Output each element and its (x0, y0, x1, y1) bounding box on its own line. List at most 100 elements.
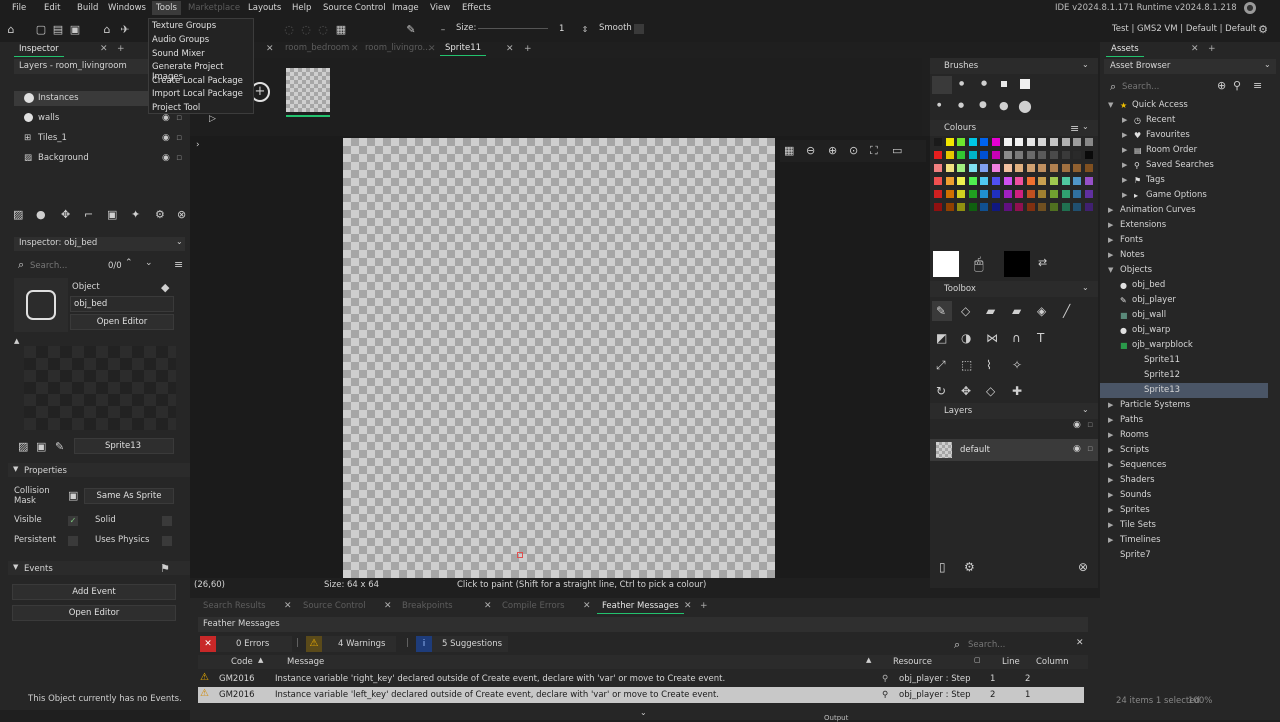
minus-icon[interactable]: – (436, 23, 450, 37)
circle-icon[interactable]: ● (36, 208, 46, 221)
close-tab-icon[interactable]: ✕ (1191, 44, 1199, 54)
palette-swatch[interactable] (1003, 138, 1012, 146)
palette-swatch[interactable] (934, 151, 942, 159)
menu-icon[interactable]: ≡ (1070, 122, 1079, 135)
collapse-arrow-icon[interactable]: ▶ (1122, 158, 1127, 173)
palette-swatch[interactable] (968, 151, 977, 159)
menu-windows[interactable]: Windows (108, 3, 146, 13)
tree-folder[interactable]: ▶ Extensions (1100, 218, 1268, 233)
tree-folder[interactable]: ▶ Scripts (1100, 443, 1268, 458)
palette-swatch[interactable] (1061, 190, 1070, 198)
tree-folder[interactable]: ▶ Tile Sets (1100, 518, 1268, 533)
tree-sprite[interactable]: Sprite11 (1100, 353, 1268, 368)
background-lock-icon[interactable]: ▫ (176, 151, 182, 165)
col-code[interactable]: Code (231, 657, 253, 667)
path-icon[interactable]: ⌐ (84, 208, 93, 221)
brush-round-1[interactable]: ● (937, 102, 941, 108)
menu-build[interactable]: Build (77, 3, 98, 13)
palette-swatch[interactable] (968, 164, 977, 172)
clear-search-icon[interactable]: ✕ (1076, 638, 1084, 648)
fill-tool-icon[interactable]: ▰ (986, 304, 995, 318)
chevron-down-icon[interactable]: ⌄ (1082, 60, 1089, 69)
all-layers-lock-icon[interactable]: ▫ (1087, 420, 1093, 430)
collapse-arrow-icon[interactable]: ▶ (1108, 218, 1113, 233)
tree-folder[interactable]: ▶ Sprites (1100, 503, 1268, 518)
fullscreen-icon[interactable]: ⛶ (870, 144, 878, 158)
brush-round-3[interactable]: ● (979, 100, 987, 110)
palette-swatch[interactable] (1084, 190, 1093, 198)
add-event-button[interactable]: Add Event (12, 584, 176, 600)
tree-object[interactable]: ✎ obj_player (1100, 293, 1268, 308)
palette-swatch[interactable] (1003, 164, 1012, 172)
palette-swatch[interactable] (1038, 151, 1047, 159)
palette-swatch[interactable] (1084, 177, 1093, 185)
tree-quick-item[interactable]: ▶ ♥ Favourites (1100, 128, 1268, 143)
collision-mask-selector[interactable]: Same As Sprite (84, 488, 174, 504)
chevron-down-icon[interactable]: ⌄ (1082, 405, 1089, 414)
tree-folder[interactable]: ▶ Particle Systems (1100, 398, 1268, 413)
tree-folder[interactable]: ▶ Paths (1100, 413, 1268, 428)
move-tool-icon[interactable]: ✥ (961, 384, 971, 398)
output-search-input[interactable]: Search... (968, 640, 1005, 650)
close-tab-icon[interactable]: ✕ (351, 44, 359, 54)
palette-swatch[interactable] (1073, 177, 1082, 185)
palette-swatch[interactable] (1026, 138, 1035, 146)
palette-swatch[interactable] (968, 138, 977, 146)
tab-feather-messages[interactable]: Feather Messages (597, 600, 684, 614)
menu-file[interactable]: File (12, 3, 26, 13)
tree-folder[interactable]: ▶ Notes (1100, 248, 1268, 263)
brush-size-square-small[interactable] (1001, 81, 1007, 87)
brush-round-2[interactable]: ● (958, 101, 964, 109)
col-resource[interactable]: Resource (893, 657, 932, 667)
palette-swatch[interactable] (1038, 164, 1047, 172)
polygon-tool-icon[interactable]: ⋈ (986, 331, 998, 345)
palette-swatch[interactable] (945, 190, 954, 198)
open-editor-button[interactable]: Open Editor (70, 314, 174, 330)
row-resource[interactable]: obj_player : Step (899, 690, 971, 700)
edit-mask-icon[interactable]: ▣ (68, 489, 78, 502)
tree-folder[interactable]: ▶ Timelines (1100, 533, 1268, 548)
sort-arrow-icon[interactable]: ▲ (258, 656, 263, 664)
palette-swatch[interactable] (1061, 164, 1070, 172)
palette-swatch[interactable] (1038, 203, 1047, 211)
palette-swatch[interactable] (1084, 203, 1093, 211)
palette-swatch[interactable] (957, 164, 966, 172)
palette-swatch[interactable] (1061, 203, 1070, 211)
expand-panel-icon[interactable]: › (196, 140, 200, 150)
pencil-tool-icon[interactable]: ✎ (936, 304, 946, 318)
clean-icon[interactable]: ⌂ (100, 23, 114, 37)
eraser-tool-icon[interactable]: ◇ (961, 304, 970, 318)
open-project-icon[interactable]: ▤ (51, 23, 65, 37)
collapse-arrow-icon[interactable]: ▶ (1108, 473, 1113, 488)
palette-swatch[interactable] (992, 177, 1000, 185)
add-asset-icon[interactable]: ⊕ (1217, 79, 1226, 92)
rectangle-tool-icon[interactable]: ◩ (936, 331, 947, 345)
menu-icon[interactable]: ≡ (1253, 79, 1262, 92)
pencil-icon[interactable]: ✎ (404, 23, 418, 37)
palette-swatch[interactable] (957, 177, 966, 185)
tree-folder[interactable]: ▶ Rooms (1100, 428, 1268, 443)
col-column[interactable]: Column (1036, 657, 1069, 667)
chevron-down-icon[interactable]: ⌄ (176, 237, 183, 246)
tree-folder[interactable]: ▶ Sequences (1100, 458, 1268, 473)
palette-swatch[interactable] (1038, 177, 1047, 185)
delete-layer-icon[interactable]: ⊗ (1078, 560, 1088, 574)
palette-swatch[interactable] (992, 151, 1000, 159)
move-icon[interactable]: ✥ (61, 208, 70, 221)
palette-swatch[interactable] (945, 164, 954, 172)
magic-wand-tool-icon[interactable]: ✧ (1012, 358, 1022, 372)
size-slider[interactable] (478, 28, 548, 29)
col-message[interactable]: Message (287, 657, 324, 667)
palette-swatch[interactable] (1038, 190, 1047, 198)
tab-source-control[interactable]: Source Control (298, 600, 371, 614)
collapse-arrow-icon[interactable]: ▶ (1108, 413, 1113, 428)
zoom-out-icon[interactable]: ⊖ (806, 144, 815, 157)
play-icon[interactable]: ▷ (209, 114, 216, 124)
close-tab-icon[interactable]: ✕ (284, 601, 292, 611)
palette-swatch[interactable] (980, 203, 989, 211)
collapse-arrow-icon[interactable]: ▶ (1108, 518, 1113, 533)
palette-swatch[interactable] (1050, 203, 1058, 211)
ellipse-tool-icon[interactable]: ◑ (961, 331, 971, 345)
palette-swatch[interactable] (1015, 164, 1024, 172)
zoom-in-icon[interactable]: ⊕ (828, 144, 837, 157)
